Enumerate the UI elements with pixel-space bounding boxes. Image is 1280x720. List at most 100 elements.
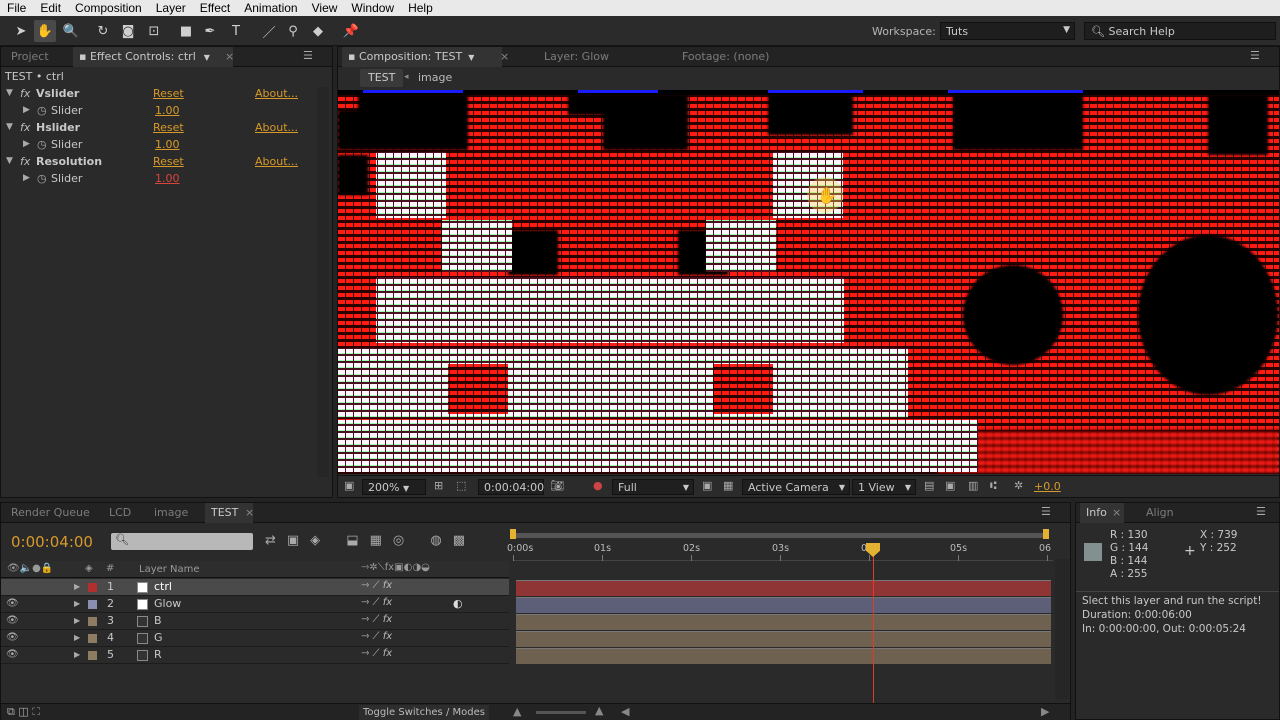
param-value[interactable]: 1.00 — [155, 172, 180, 185]
twirl-down-icon[interactable]: ▼ — [6, 88, 13, 98]
rectangle-tool-icon[interactable]: ■ — [175, 20, 197, 42]
mask-visibility-icon[interactable]: ⬚ — [456, 479, 466, 492]
twirl-right-icon[interactable]: ▶ — [74, 599, 80, 608]
menu-item-layer[interactable]: Layer — [149, 1, 193, 15]
eraser-tool-icon[interactable]: ◆ — [307, 20, 329, 42]
close-tab-icon[interactable]: × — [500, 50, 509, 63]
always-preview-icon[interactable]: ▣ — [344, 479, 354, 492]
composition-canvas[interactable]: ✋ — [338, 90, 1279, 474]
fx-icon[interactable]: fx — [20, 121, 30, 134]
menu-item-view[interactable]: View — [305, 1, 345, 15]
zoom-tool-icon[interactable]: 🔍 — [60, 20, 82, 42]
eye-icon[interactable]: 👁︎ — [6, 598, 19, 609]
zoom-dropdown[interactable]: 200% ▼ — [362, 479, 426, 495]
label-color[interactable] — [88, 600, 97, 609]
twirl-right-icon[interactable]: ▶ — [74, 616, 80, 625]
views-dropdown[interactable]: 1 View ▼ — [852, 479, 916, 495]
effect-row[interactable]: ▼ fx Vslider Reset About... — [1, 86, 317, 103]
timeline-timecode[interactable]: 0:00:04:00 — [11, 533, 93, 551]
pan-behind-tool-icon[interactable]: ⊡ — [143, 20, 165, 42]
current-time-display[interactable]: 0:00:04:00 — [478, 479, 544, 495]
stopwatch-icon[interactable]: ◷ — [37, 138, 47, 151]
zoom-out-icon[interactable]: ▲ — [513, 705, 521, 718]
text-tool-icon[interactable]: T — [225, 20, 247, 42]
adjustment-layer-icon[interactable]: ◐ — [453, 597, 463, 610]
rotate-tool-icon[interactable]: ↻ — [92, 20, 114, 42]
close-tab-icon[interactable]: × — [245, 506, 254, 519]
transparency-grid-icon[interactable]: ▦ — [723, 479, 733, 492]
layer-row[interactable]: 👁︎ ▶ 4 G ⇾ ⟋ fx — [1, 630, 509, 647]
tab-render-queue[interactable]: Render Queue — [5, 503, 96, 523]
label-color[interactable] — [88, 583, 97, 592]
tab-layer[interactable]: Layer: Glow — [538, 47, 615, 67]
twirl-right-icon[interactable]: ▶ — [74, 633, 80, 642]
twirl-right-icon[interactable]: ▶ — [23, 139, 30, 149]
fx-icon[interactable]: fx — [20, 155, 30, 168]
timeline-icon[interactable]: ▥ — [968, 479, 978, 492]
panel-menu-icon[interactable]: ☰ — [1256, 505, 1266, 518]
layer-duration-bar[interactable] — [516, 631, 1051, 647]
layer-switches[interactable]: ⇾ ⟋ fx — [361, 648, 392, 659]
label-color[interactable] — [88, 617, 97, 626]
brush-tool-icon[interactable]: ／ — [258, 20, 280, 42]
about-link[interactable]: About... — [255, 155, 298, 168]
twirl-right-icon[interactable]: ▶ — [74, 582, 80, 591]
camera-tool-icon[interactable]: ◙ — [117, 20, 139, 42]
close-tab-icon[interactable]: × — [1112, 506, 1121, 519]
twirl-right-icon[interactable]: ▶ — [23, 105, 30, 115]
tab-align[interactable]: Align — [1140, 503, 1180, 523]
reset-link[interactable]: Reset — [153, 155, 184, 168]
snapshot-icon[interactable]: 📷︎ — [550, 479, 564, 492]
grid-icon[interactable]: ⊞ — [434, 479, 443, 492]
label-color[interactable] — [88, 651, 97, 660]
menu-item-effect[interactable]: Effect — [193, 1, 237, 15]
zoom-slider[interactable] — [536, 711, 586, 714]
about-link[interactable]: About... — [255, 87, 298, 100]
layer-duration-bar[interactable] — [516, 580, 1051, 596]
pen-tool-icon[interactable]: ✒ — [199, 20, 221, 42]
scrollbar[interactable] — [317, 87, 329, 477]
menu-item-window[interactable]: Window — [344, 1, 401, 15]
panel-menu-icon[interactable]: ☰ — [1041, 505, 1051, 518]
flow-comp-test[interactable]: TEST — [360, 69, 404, 87]
panel-menu-icon[interactable]: ☰ — [303, 49, 313, 62]
tab-footage[interactable]: Footage: (none) — [676, 47, 775, 67]
panel-menu-icon[interactable]: ☰ — [1250, 49, 1260, 62]
work-area-bar[interactable] — [510, 529, 1053, 541]
tab-image[interactable]: image — [148, 503, 194, 523]
layer-name[interactable]: Glow — [154, 597, 181, 610]
clone-stamp-tool-icon[interactable]: ⚲ — [282, 20, 304, 42]
reset-link[interactable]: Reset — [153, 121, 184, 134]
reset-link[interactable]: Reset — [153, 87, 184, 100]
effect-row[interactable]: ▼ fx Resolution Reset About... — [1, 154, 317, 171]
close-tab-icon[interactable]: × — [225, 50, 234, 63]
layer-switches[interactable]: ⇾ ⟋ fx — [361, 614, 392, 625]
layer-duration-bar[interactable] — [516, 597, 1051, 613]
tab-project[interactable]: Project — [5, 47, 55, 67]
scroll-right-icon[interactable]: ▶ — [1041, 705, 1049, 718]
twirl-right-icon[interactable]: ▶ — [74, 650, 80, 659]
fx-icon[interactable]: fx — [20, 87, 30, 100]
about-link[interactable]: About... — [255, 121, 298, 134]
timeline-scrollbar[interactable] — [1055, 559, 1069, 699]
eye-icon[interactable]: 👁︎ — [6, 632, 19, 643]
layer-switches[interactable]: ⇾ ⟋ fx — [361, 631, 392, 642]
layer-name[interactable]: R — [154, 648, 162, 661]
flow-comp-image[interactable]: image — [418, 69, 452, 87]
fast-previews-icon[interactable]: ▣ — [945, 479, 955, 492]
layer-row[interactable]: 👁︎ ▶ 2 Glow ⇾ ⟋ fx ◐ — [1, 596, 509, 613]
menu-item-file[interactable]: File — [0, 1, 33, 15]
camera-dropdown[interactable]: Active Camera ▼ — [742, 479, 850, 495]
twirl-down-icon[interactable]: ▼ — [6, 156, 13, 166]
resolution-dropdown[interactable]: Full ▼ — [612, 479, 694, 495]
eye-icon[interactable]: 👁︎ — [6, 615, 19, 626]
search-help-input[interactable]: 🔍︎ Search Help — [1084, 22, 1276, 40]
layer-switches[interactable]: ⇾ ⟋ fx — [361, 580, 392, 591]
layer-search-input[interactable]: 🔍︎ — [111, 533, 253, 550]
workspace-dropdown[interactable]: Tuts ▼ — [940, 22, 1075, 40]
time-ruler[interactable]: 0:00s 01s 02s 03s 04s 05s 06 — [507, 541, 1053, 561]
tab-effect-controls[interactable]: ▪ Effect Controls: ctrl ▼ — [73, 47, 233, 67]
layer-row[interactable]: ▶ 1 ctrl ⇾ ⟋ fx — [1, 579, 509, 596]
layer-duration-bar[interactable] — [516, 648, 1051, 664]
param-value[interactable]: 1.00 — [155, 138, 180, 151]
